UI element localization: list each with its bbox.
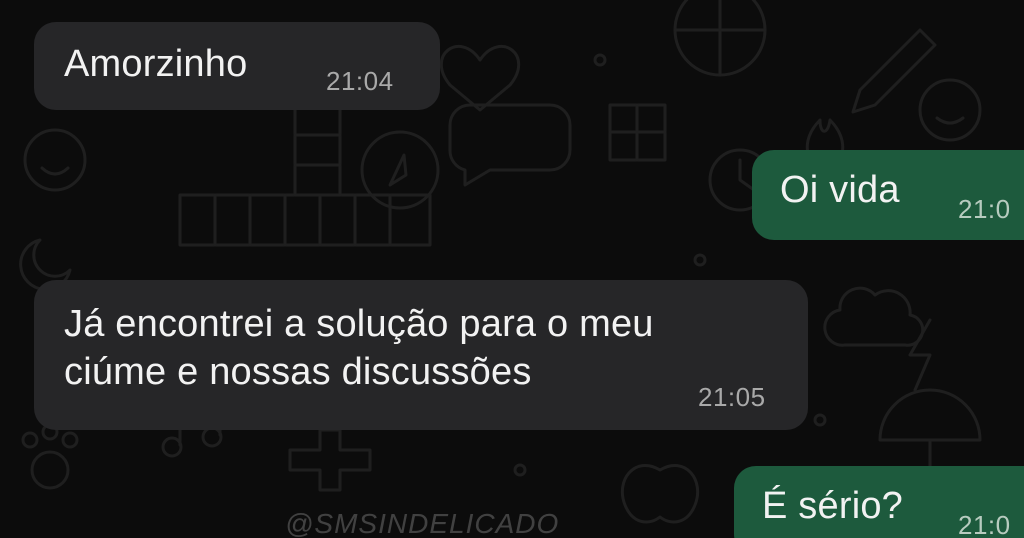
- message-text: É sério?: [762, 485, 904, 527]
- chat-window: Amorzinho 21:04 Oi vida 21:0 Já encontre…: [0, 0, 1024, 538]
- message-text: Amorzinho: [64, 43, 248, 85]
- incoming-message-bubble[interactable]: Já encontrei a solução para o meu ciúme …: [34, 280, 808, 430]
- message-timestamp: 21:04: [326, 66, 394, 96]
- apple-doodle-icon: [620, 463, 700, 524]
- compass-doodle-icon: [360, 130, 440, 210]
- message-text: Já encontrei a solução para o meu ciúme …: [64, 303, 654, 393]
- speech-doodle-icon: [448, 103, 572, 187]
- paw-doodle-icon: [21, 423, 79, 490]
- incoming-message-bubble[interactable]: Amorzinho 21:04: [34, 22, 440, 110]
- crossword-doodle-icon: [178, 103, 432, 247]
- message-timestamp: 21:0: [958, 194, 1011, 224]
- cloud-doodle-icon: [823, 286, 925, 347]
- emoji-doodle-icon: [918, 78, 982, 142]
- message-text: Oi vida: [780, 169, 900, 211]
- message-timestamp: 21:0: [958, 510, 1011, 538]
- message-timestamp: 21:05: [698, 382, 766, 412]
- outgoing-message-bubble[interactable]: É sério? 21:0: [734, 466, 1024, 538]
- plus-doodle-icon: [288, 428, 372, 492]
- heart-doodle-icon: [439, 45, 521, 112]
- outgoing-message-bubble[interactable]: Oi vida 21:0: [752, 150, 1024, 240]
- smiley-doodle-icon: [23, 128, 87, 192]
- watermark: @SMSINDELICADO: [285, 508, 560, 538]
- lightning-doodle-icon: [908, 318, 932, 392]
